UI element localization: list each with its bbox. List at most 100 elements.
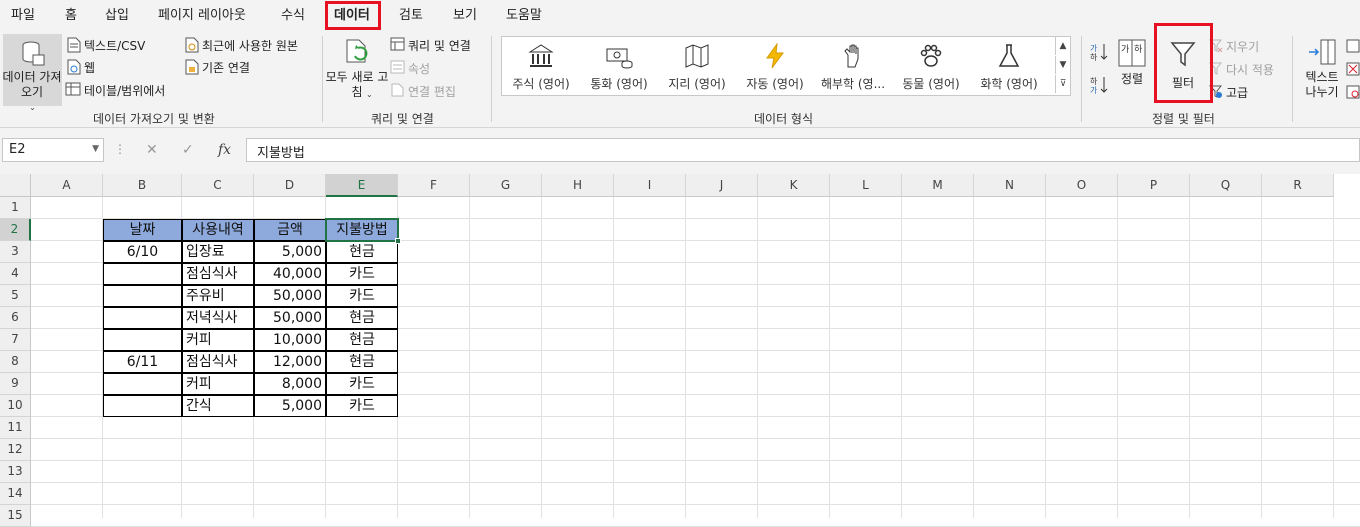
table-cell[interactable]: 10,000: [254, 329, 326, 351]
select-all-corner[interactable]: [0, 174, 31, 197]
formula-input[interactable]: 지불방법: [246, 138, 1360, 162]
tab-review[interactable]: 검토: [399, 0, 423, 32]
column-header-i[interactable]: I: [614, 174, 686, 197]
row-header-4[interactable]: 4: [0, 263, 31, 285]
tab-view[interactable]: 보기: [453, 0, 477, 32]
table-cell[interactable]: 간식: [182, 395, 254, 417]
row-header-12[interactable]: 12: [0, 439, 31, 461]
table-cell[interactable]: 점심식사: [182, 351, 254, 373]
table-cell[interactable]: 6/11: [103, 351, 182, 373]
column-header-h[interactable]: H: [542, 174, 614, 197]
column-header-b[interactable]: B: [103, 174, 182, 197]
web-button[interactable]: 웹: [84, 59, 95, 76]
properties-button[interactable]: 속성: [408, 60, 430, 77]
row-header-11[interactable]: 11: [0, 417, 31, 439]
row-header-5[interactable]: 5: [0, 285, 31, 307]
worksheet-grid[interactable]: A B C D E F G H I J K L M N O P Q R 1 2 3 4 5 6 7 8 9 10 11 12 13 14 15 날…: [0, 174, 1360, 527]
insert-function-icon[interactable]: fx: [218, 142, 231, 158]
column-header-q[interactable]: Q: [1190, 174, 1262, 197]
data-validation-icon[interactable]: [1346, 85, 1360, 99]
column-header-d[interactable]: D: [254, 174, 326, 197]
column-header-m[interactable]: M: [902, 174, 974, 197]
remove-duplicates-icon[interactable]: [1346, 62, 1360, 76]
table-cell[interactable]: 현금: [326, 351, 398, 373]
table-cell[interactable]: 주유비: [182, 285, 254, 307]
row-header-6[interactable]: 6: [0, 307, 31, 329]
table-cell[interactable]: 현금: [326, 307, 398, 329]
row-header-10[interactable]: 10: [0, 395, 31, 417]
queries-connections-button[interactable]: 쿼리 및 연결: [408, 37, 471, 54]
table-cell[interactable]: 8,000: [254, 373, 326, 395]
from-table-button[interactable]: 테이블/범위에서: [84, 82, 165, 99]
table-cell[interactable]: [103, 285, 182, 307]
recent-sources-button[interactable]: 최근에 사용한 원본: [202, 37, 298, 54]
column-header-e[interactable]: E: [326, 174, 398, 197]
data-type-geography[interactable]: 지리 (영어): [658, 37, 736, 95]
row-header-3[interactable]: 3: [0, 241, 31, 263]
column-header-c[interactable]: C: [182, 174, 254, 197]
table-cell[interactable]: 6/10: [103, 241, 182, 263]
tab-help[interactable]: 도움말: [506, 0, 542, 32]
data-type-anatomy[interactable]: 해부학 (영...: [814, 37, 892, 95]
table-cell[interactable]: 카드: [326, 285, 398, 307]
data-type-chemistry[interactable]: 화학 (영어): [970, 37, 1048, 95]
table-cell[interactable]: [103, 395, 182, 417]
table-cell[interactable]: 5,000: [254, 395, 326, 417]
reapply-button[interactable]: 다시 적용: [1226, 61, 1274, 78]
row-header-7[interactable]: 7: [0, 329, 31, 351]
table-cell[interactable]: [103, 307, 182, 329]
table-cell[interactable]: 카드: [326, 373, 398, 395]
table-cell[interactable]: 커피: [182, 329, 254, 351]
table-cell[interactable]: 카드: [326, 395, 398, 417]
clear-button[interactable]: 지우기: [1226, 38, 1259, 55]
table-cell[interactable]: 커피: [182, 373, 254, 395]
data-type-stocks[interactable]: 주식 (영어): [502, 37, 580, 95]
row-header-9[interactable]: 9: [0, 373, 31, 395]
sort-descending-icon[interactable]: 하가: [1089, 75, 1109, 95]
table-header-cell[interactable]: 사용내역: [182, 219, 254, 241]
column-header-n[interactable]: N: [974, 174, 1046, 197]
cancel-icon[interactable]: ✕: [146, 142, 158, 158]
column-header-r[interactable]: R: [1262, 174, 1334, 197]
gallery-scroll-down[interactable]: ▼: [1055, 56, 1070, 74]
table-cell[interactable]: 카드: [326, 263, 398, 285]
enter-check-icon[interactable]: ✓: [182, 142, 194, 158]
column-header-o[interactable]: O: [1046, 174, 1118, 197]
tab-page-layout[interactable]: 페이지 레이아웃: [158, 0, 246, 32]
table-cell[interactable]: [103, 373, 182, 395]
sort-button[interactable]: 가하 정렬: [1113, 36, 1151, 96]
tab-formulas[interactable]: 수식: [281, 0, 305, 32]
row-header-1[interactable]: 1: [0, 197, 31, 219]
row-header-13[interactable]: 13: [0, 461, 31, 483]
tab-home[interactable]: 홈: [65, 0, 77, 32]
table-cell[interactable]: [103, 263, 182, 285]
column-header-j[interactable]: J: [686, 174, 758, 197]
column-header-g[interactable]: G: [470, 174, 542, 197]
column-header-f[interactable]: F: [398, 174, 470, 197]
table-header-cell[interactable]: 날짜: [103, 219, 182, 241]
row-header-15[interactable]: 15: [0, 505, 31, 527]
table-cell[interactable]: 40,000: [254, 263, 326, 285]
row-header-8[interactable]: 8: [0, 351, 31, 373]
table-cell[interactable]: [103, 329, 182, 351]
gallery-more-button[interactable]: ⊽: [1055, 75, 1070, 93]
tab-file[interactable]: 파일: [11, 0, 35, 32]
table-cell[interactable]: 5,000: [254, 241, 326, 263]
advanced-button[interactable]: 고급: [1226, 84, 1248, 101]
refresh-all-button[interactable]: 모두 새로 고침 ⌄: [326, 36, 388, 106]
table-cell[interactable]: 저녁식사: [182, 307, 254, 329]
table-cell[interactable]: 입장료: [182, 241, 254, 263]
data-type-currencies[interactable]: 통화 (영어): [580, 37, 658, 95]
table-cell[interactable]: 현금: [326, 329, 398, 351]
gallery-scroll-up[interactable]: ▲: [1055, 37, 1070, 55]
column-header-l[interactable]: L: [830, 174, 902, 197]
column-header-k[interactable]: K: [758, 174, 830, 197]
data-type-automatic[interactable]: 자동 (영어): [736, 37, 814, 95]
flash-fill-icon[interactable]: [1346, 39, 1360, 53]
sort-ascending-icon[interactable]: 가하: [1089, 42, 1109, 62]
table-header-cell[interactable]: 금액: [254, 219, 326, 241]
tab-insert[interactable]: 삽입: [105, 0, 129, 32]
row-header-2[interactable]: 2: [0, 219, 31, 241]
get-data-button[interactable]: 데이터 가져오기 ⌄: [2, 34, 62, 112]
text-to-columns-button[interactable]: 텍스트 나누기: [1300, 36, 1344, 102]
